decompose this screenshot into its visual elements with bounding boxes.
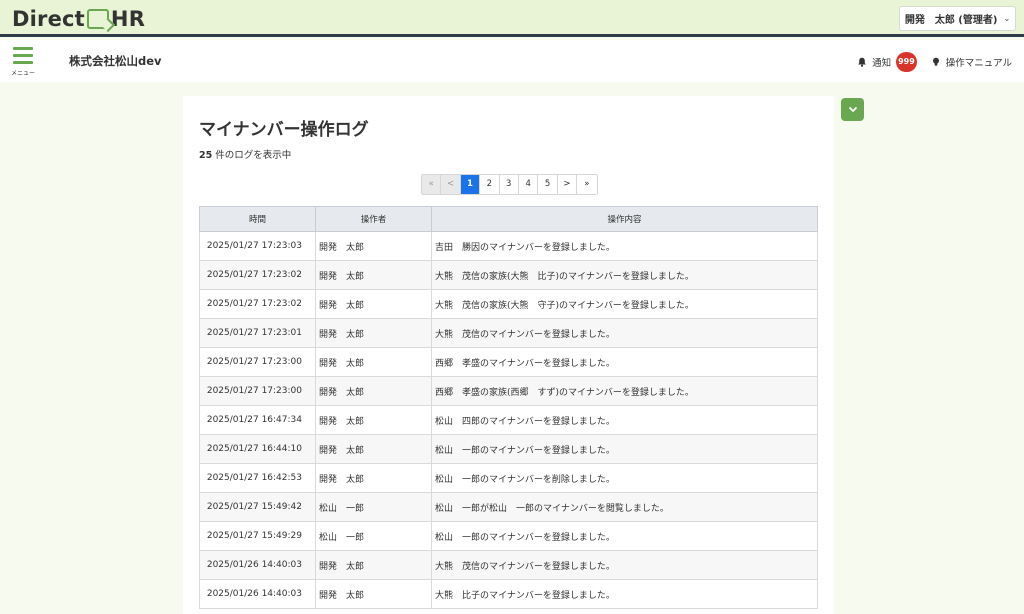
- logo-arrow-icon: [86, 9, 109, 29]
- cell-time: 2025/01/27 16:47:34: [199, 405, 316, 435]
- cell-operator: 開発 太郎: [315, 463, 432, 493]
- page-prev-button[interactable]: <: [441, 175, 461, 194]
- cell-time: 2025/01/27 17:23:02: [199, 260, 316, 290]
- cell-content: 大熊 茂信の家族(大熊 守子)のマイナンバーを登録しました。: [431, 289, 818, 319]
- menu-label: メニュー: [10, 70, 35, 77]
- log-count-text: 25 件のログを表示中: [199, 147, 291, 161]
- cell-content: 大熊 茂信のマイナンバーを登録しました。: [431, 550, 818, 580]
- cell-content: 大熊 比子のマイナンバーを登録しました。: [431, 579, 818, 609]
- header-actions: 通知 999 操作マニュアル: [857, 52, 1012, 72]
- user-menu-label: 開発 太郎 (管理者): [904, 15, 998, 26]
- column-header-time: 時間: [199, 206, 316, 232]
- cell-operator: 開発 太郎: [315, 289, 432, 319]
- page-title: マイナンバー操作ログ: [199, 120, 369, 140]
- hamburger-icon: [10, 47, 36, 64]
- table-row: 2025/01/27 17:23:01 開発 太郎 大熊 茂信のマイナンバーを登録し…: [199, 318, 818, 348]
- notification-button[interactable]: 通知 999: [857, 52, 925, 72]
- page-3-button[interactable]: 3: [499, 175, 519, 194]
- table-row: 2025/01/27 16:47:34 開発 太郎 松山 四郎のマイナンバーを登録し…: [199, 405, 818, 435]
- logo-text-right: HR: [110, 7, 146, 31]
- cell-content: 松山 一郎のマイナンバーを削除しました。: [431, 463, 818, 493]
- page-first-button[interactable]: «: [422, 175, 442, 194]
- company-name: 株式会社松山dev: [69, 54, 162, 68]
- cell-time: 2025/01/26 14:40:03: [199, 579, 316, 609]
- cell-operator: 開発 太郎: [315, 318, 432, 348]
- cell-operator: 松山 一郎: [315, 521, 432, 551]
- table-row: 2025/01/26 14:40:03 開発 太郎 大熊 茂信のマイナンバーを登録し…: [199, 550, 818, 580]
- table-row: 2025/01/27 17:23:02 開発 太郎 大熊 茂信の家族(大熊 比子)の…: [199, 260, 818, 290]
- cell-content: 吉田 勝因のマイナンバーを登録しました。: [431, 231, 818, 261]
- notification-count-badge: 999: [896, 52, 917, 72]
- cell-content: 松山 四郎のマイナンバーを登録しました。: [431, 405, 818, 435]
- cell-operator: 開発 太郎: [315, 231, 432, 261]
- table-row: 2025/01/26 14:40:03 開発 太郎 大熊 比子のマイナンバーを登録し…: [199, 579, 818, 609]
- cell-time: 2025/01/26 14:40:03: [199, 550, 316, 580]
- cell-time: 2025/01/27 17:23:00: [199, 376, 316, 406]
- cell-operator: 開発 太郎: [315, 405, 432, 435]
- cell-operator: 松山 一郎: [315, 492, 432, 522]
- operation-log-table: 時間 操作者 操作内容 2025/01/27 17:23:03 開発 太郎 吉田 勝…: [199, 206, 818, 609]
- cell-content: 西郷 孝盛のマイナンバーを登録しました。: [431, 347, 818, 377]
- cell-operator: 開発 太郎: [315, 550, 432, 580]
- cell-content: 松山 一郎が松山 一郎のマイナンバーを閲覧しました。: [431, 492, 818, 522]
- cell-content: 松山 一郎のマイナンバーを登録しました。: [431, 434, 818, 464]
- cell-operator: 開発 太郎: [315, 579, 432, 609]
- cell-time: 2025/01/27 15:49:42: [199, 492, 316, 522]
- cell-time: 2025/01/27 16:44:10: [199, 434, 316, 464]
- collapse-toggle-button[interactable]: [841, 98, 864, 121]
- direct-hr-logo[interactable]: Direct HR: [12, 7, 145, 31]
- cell-content: 大熊 茂信の家族(大熊 比子)のマイナンバーを登録しました。: [431, 260, 818, 290]
- cell-operator: 開発 太郎: [315, 434, 432, 464]
- user-menu-button[interactable]: 開発 太郎 (管理者) ⌄: [899, 6, 1016, 31]
- table-row: 2025/01/27 17:23:03 開発 太郎 吉田 勝因のマイナンバーを登録し…: [199, 231, 818, 261]
- page-5-button[interactable]: 5: [538, 175, 558, 194]
- page-1-button[interactable]: 1: [460, 175, 481, 194]
- manual-label: 操作マニュアル: [945, 58, 1012, 69]
- cell-operator: 開発 太郎: [315, 376, 432, 406]
- column-header-content: 操作内容: [431, 206, 818, 232]
- page-last-button[interactable]: »: [577, 175, 597, 194]
- brand-bar: Direct HR 開発 太郎 (管理者) ⌄: [0, 0, 1024, 37]
- column-header-operator: 操作者: [315, 206, 432, 232]
- table-body: 2025/01/27 17:23:03 開発 太郎 吉田 勝因のマイナンバーを登録し…: [199, 231, 818, 609]
- page-2-button[interactable]: 2: [480, 175, 500, 194]
- bell-icon: [858, 57, 866, 67]
- cell-operator: 開発 太郎: [315, 260, 432, 290]
- notification-label: 通知: [872, 58, 892, 69]
- table-row: 2025/01/27 16:44:10 開発 太郎 松山 一郎のマイナンバーを登録し…: [199, 434, 818, 464]
- cell-time: 2025/01/27 17:23:00: [199, 347, 316, 377]
- cell-time: 2025/01/27 17:23:02: [199, 289, 316, 319]
- log-count: 25: [199, 150, 213, 161]
- cell-time: 2025/01/27 16:42:53: [199, 463, 316, 493]
- cell-time: 2025/01/27 17:23:03: [199, 231, 316, 261]
- log-count-suffix: 件のログを表示中: [212, 150, 292, 161]
- table-row: 2025/01/27 16:42:53 開発 太郎 松山 一郎のマイナンバーを削除し…: [199, 463, 818, 493]
- page-4-button[interactable]: 4: [518, 175, 539, 194]
- cell-content: 松山 一郎のマイナンバーを登録しました。: [431, 521, 818, 551]
- cell-content: 西郷 孝盛の家族(西郷 すず)のマイナンバーを登録しました。: [431, 376, 818, 406]
- chevron-down-icon: ⌄: [1003, 14, 1011, 23]
- cell-operator: 開発 太郎: [315, 347, 432, 377]
- chevron-down-icon: [848, 106, 857, 113]
- page-next-button[interactable]: >: [557, 175, 578, 194]
- table-row: 2025/01/27 15:49:42 松山 一郎 松山 一郎が松山 一郎のマイナン…: [199, 492, 818, 522]
- table-header-row: 時間 操作者 操作内容: [199, 206, 818, 232]
- table-row: 2025/01/27 17:23:02 開発 太郎 大熊 茂信の家族(大熊 守子)の…: [199, 289, 818, 319]
- pagination: « < 1 2 3 4 5 > »: [421, 174, 598, 195]
- lightbulb-icon: [932, 57, 939, 66]
- table-row: 2025/01/27 17:23:00 開発 太郎 西郷 孝盛のマイナンバーを登録し…: [199, 347, 818, 377]
- logo-text-left: Direct: [12, 7, 85, 31]
- cell-content: 大熊 茂信のマイナンバーを登録しました。: [431, 318, 818, 348]
- manual-button[interactable]: 操作マニュアル: [931, 55, 1012, 69]
- app-header: メニュー 株式会社松山dev 通知 999 操作マニュアル: [0, 40, 1024, 82]
- table-row: 2025/01/27 15:49:29 松山 一郎 松山 一郎のマイナンバーを登録し…: [199, 521, 818, 551]
- cell-time: 2025/01/27 17:23:01: [199, 318, 316, 348]
- cell-time: 2025/01/27 15:49:29: [199, 521, 316, 551]
- table-row: 2025/01/27 17:23:00 開発 太郎 西郷 孝盛の家族(西郷 すず)の…: [199, 376, 818, 406]
- menu-button[interactable]: メニュー: [10, 47, 36, 81]
